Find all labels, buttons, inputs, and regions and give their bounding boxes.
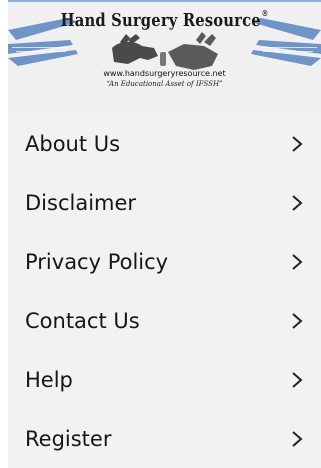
menu-item-about-us[interactable]: About Us <box>8 114 321 173</box>
chevron-right-icon <box>291 253 303 270</box>
brand-url: www.handsurgeryresource.net <box>103 69 226 78</box>
brand-tagline: “An Educational Asset of IFSSH” <box>106 80 223 88</box>
brand-title: Hand Surgery Resource® <box>60 8 269 31</box>
menu-list: About Us Disclaimer Privacy Policy Conta… <box>8 114 321 468</box>
chevron-right-icon <box>291 312 303 329</box>
app-screen: Hand Surgery Resource® www.handsurgeryre… <box>8 0 321 468</box>
menu-item-privacy-policy[interactable]: Privacy Policy <box>8 232 321 291</box>
chevron-right-icon <box>291 430 303 447</box>
menu-item-contact-us[interactable]: Contact Us <box>8 291 321 350</box>
menu-item-label: About Us <box>25 131 121 156</box>
menu-item-label: Help <box>25 367 73 392</box>
chevron-right-icon <box>291 371 303 388</box>
menu-item-disclaimer[interactable]: Disclaimer <box>8 173 321 232</box>
menu-item-label: Contact Us <box>25 308 140 333</box>
chevron-right-icon <box>291 194 303 211</box>
menu-item-label: Disclaimer <box>25 190 137 215</box>
menu-item-help[interactable]: Help <box>8 350 321 409</box>
chevron-right-icon <box>291 135 303 152</box>
menu-item-label: Privacy Policy <box>25 249 169 274</box>
menu-item-register[interactable]: Register <box>8 409 321 468</box>
menu-item-label: Register <box>25 426 112 451</box>
header-logo-banner: Hand Surgery Resource® www.handsurgeryre… <box>8 0 321 114</box>
